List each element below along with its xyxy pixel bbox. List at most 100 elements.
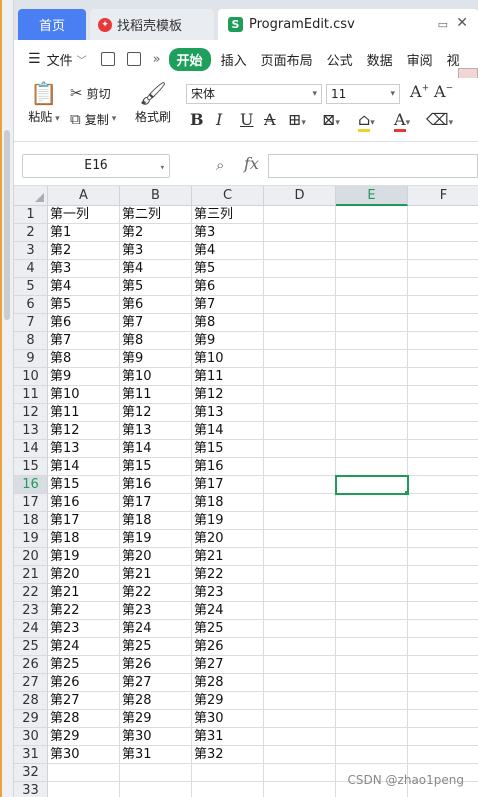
- cell-e4[interactable]: [336, 260, 408, 278]
- cell-f9[interactable]: [408, 350, 478, 368]
- fill-color-icon[interactable]: ⌂▾: [358, 110, 375, 132]
- cut-button[interactable]: ✂ 剪切: [70, 84, 111, 102]
- font-color-icon[interactable]: A▾: [394, 110, 410, 132]
- cell-f19[interactable]: [408, 530, 478, 548]
- row-header[interactable]: 22: [14, 584, 48, 602]
- cell-d22[interactable]: [264, 584, 336, 602]
- cell-e11[interactable]: [336, 386, 408, 404]
- cell-e21[interactable]: [336, 566, 408, 584]
- cell-f21[interactable]: [408, 566, 478, 584]
- save-icon[interactable]: [100, 52, 115, 66]
- row-header[interactable]: 7: [14, 314, 48, 332]
- cell-c16[interactable]: 第17: [192, 476, 264, 494]
- formula-input[interactable]: [268, 154, 478, 178]
- cell-b5[interactable]: 第5: [120, 278, 192, 296]
- cell-a16[interactable]: 第15: [48, 476, 120, 494]
- cell-d29[interactable]: [264, 710, 336, 728]
- cell-c4[interactable]: 第5: [192, 260, 264, 278]
- cell-e7[interactable]: [336, 314, 408, 332]
- cell-a27[interactable]: 第26: [48, 674, 120, 692]
- cell-f29[interactable]: [408, 710, 478, 728]
- cell-d13[interactable]: [264, 422, 336, 440]
- row-header[interactable]: 10: [14, 368, 48, 386]
- row-header[interactable]: 12: [14, 404, 48, 422]
- cell-e22[interactable]: [336, 584, 408, 602]
- row-header[interactable]: 1: [14, 206, 48, 224]
- cell-c28[interactable]: 第29: [192, 692, 264, 710]
- cell-b29[interactable]: 第29: [120, 710, 192, 728]
- cell-f10[interactable]: [408, 368, 478, 386]
- cell-a32[interactable]: [48, 764, 120, 782]
- column-header-a[interactable]: A: [48, 186, 120, 206]
- cell-c30[interactable]: 第31: [192, 728, 264, 746]
- cell-b32[interactable]: [120, 764, 192, 782]
- row-header[interactable]: 4: [14, 260, 48, 278]
- cell-d32[interactable]: [264, 764, 336, 782]
- tab-view[interactable]: 视: [447, 50, 460, 69]
- cell-b14[interactable]: 第14: [120, 440, 192, 458]
- cell-f14[interactable]: [408, 440, 478, 458]
- cell-b11[interactable]: 第11: [120, 386, 192, 404]
- cell-c24[interactable]: 第25: [192, 620, 264, 638]
- cell-d25[interactable]: [264, 638, 336, 656]
- cell-a18[interactable]: 第17: [48, 512, 120, 530]
- cell-a15[interactable]: 第14: [48, 458, 120, 476]
- cell-c20[interactable]: 第21: [192, 548, 264, 566]
- border-icon[interactable]: ⊞▾: [288, 110, 306, 129]
- cell-c29[interactable]: 第30: [192, 710, 264, 728]
- cell-b1[interactable]: 第二列: [120, 206, 192, 224]
- tab-home[interactable]: 首页: [18, 9, 86, 40]
- cell-a28[interactable]: 第27: [48, 692, 120, 710]
- cell-e6[interactable]: [336, 296, 408, 314]
- tab-formula[interactable]: 公式: [327, 50, 353, 69]
- cell-e10[interactable]: [336, 368, 408, 386]
- cell-f17[interactable]: [408, 494, 478, 512]
- cell-e27[interactable]: [336, 674, 408, 692]
- cell-b16[interactable]: 第16: [120, 476, 192, 494]
- row-header[interactable]: 20: [14, 548, 48, 566]
- row-header[interactable]: 32: [14, 764, 48, 782]
- cell-d11[interactable]: [264, 386, 336, 404]
- row-header[interactable]: 15: [14, 458, 48, 476]
- cell-f22[interactable]: [408, 584, 478, 602]
- cell-c11[interactable]: 第12: [192, 386, 264, 404]
- cell-a24[interactable]: 第23: [48, 620, 120, 638]
- cell-c8[interactable]: 第9: [192, 332, 264, 350]
- column-header-f[interactable]: F: [408, 186, 478, 206]
- increase-font-icon[interactable]: A+: [410, 82, 429, 101]
- select-all-corner[interactable]: [14, 186, 48, 206]
- cell-d3[interactable]: [264, 242, 336, 260]
- cell-e12[interactable]: [336, 404, 408, 422]
- cell-e30[interactable]: [336, 728, 408, 746]
- row-header[interactable]: 28: [14, 692, 48, 710]
- cell-a3[interactable]: 第2: [48, 242, 120, 260]
- cell-f7[interactable]: [408, 314, 478, 332]
- cell-b28[interactable]: 第28: [120, 692, 192, 710]
- cell-b12[interactable]: 第12: [120, 404, 192, 422]
- cell-b22[interactable]: 第22: [120, 584, 192, 602]
- cell-f3[interactable]: [408, 242, 478, 260]
- cell-e28[interactable]: [336, 692, 408, 710]
- column-header-e[interactable]: E: [336, 186, 408, 206]
- cell-f5[interactable]: [408, 278, 478, 296]
- row-header[interactable]: 16: [14, 476, 48, 494]
- paste-button[interactable]: 📋 粘贴 ▾: [24, 82, 64, 125]
- cell-c13[interactable]: 第14: [192, 422, 264, 440]
- row-header[interactable]: 9: [14, 350, 48, 368]
- cell-d19[interactable]: [264, 530, 336, 548]
- cell-e8[interactable]: [336, 332, 408, 350]
- row-header[interactable]: 23: [14, 602, 48, 620]
- cell-d21[interactable]: [264, 566, 336, 584]
- row-header[interactable]: 3: [14, 242, 48, 260]
- cell-a2[interactable]: 第1: [48, 224, 120, 242]
- row-header[interactable]: 26: [14, 656, 48, 674]
- restore-window-icon[interactable]: ▭: [438, 18, 448, 31]
- cell-e18[interactable]: [336, 512, 408, 530]
- cell-e2[interactable]: [336, 224, 408, 242]
- cell-d24[interactable]: [264, 620, 336, 638]
- cell-a11[interactable]: 第10: [48, 386, 120, 404]
- row-header[interactable]: 27: [14, 674, 48, 692]
- font-size-select[interactable]: 11 ▾: [326, 84, 400, 104]
- cell-e23[interactable]: [336, 602, 408, 620]
- cell-d26[interactable]: [264, 656, 336, 674]
